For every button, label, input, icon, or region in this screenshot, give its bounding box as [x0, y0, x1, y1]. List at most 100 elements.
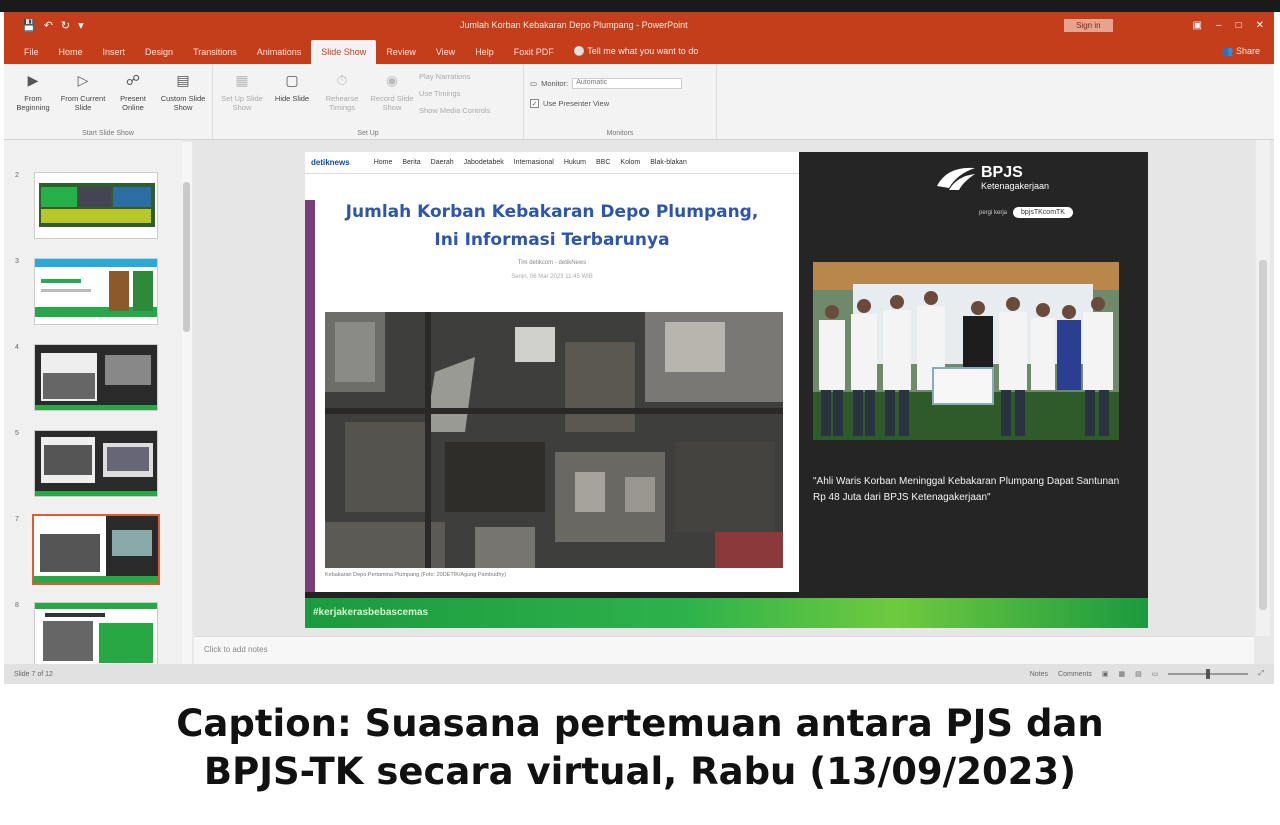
slide-thumbnail-selected[interactable] [32, 514, 160, 585]
photo-caption: Kebakaran Depo Pertamina Plumpang (Foto:… [325, 572, 506, 578]
custom-slide-show-button[interactable]: ▤ Custom Slide Show [160, 68, 206, 125]
handover-ceremony-photo [813, 262, 1119, 440]
presenter-view-checkbox[interactable]: ✓ [530, 99, 539, 108]
from-beginning-label: From Beginning [16, 94, 50, 112]
article-side-banner [305, 200, 315, 592]
news-article-screenshot: detiknews Home Berita Daerah Jabodetabek… [305, 152, 799, 592]
hide-slide-label: Hide Slide [274, 94, 310, 103]
rehearse-icon: ⏱ [336, 71, 348, 88]
slide-thumbnail[interactable] [34, 344, 158, 411]
save-icon[interactable]: 💾 [22, 19, 36, 32]
slide-thumbnail[interactable] [34, 602, 158, 669]
article-nav-item: Blak-blakan [650, 159, 687, 166]
bpjs-tagline: pergi kerja bpjsTKcomTK [979, 207, 1073, 218]
hashtag: #kerjakerasbebascemas [313, 607, 429, 618]
tab-help[interactable]: Help [465, 47, 504, 64]
news-quote: "Ahli Waris Korban Meninggal Kebakaran P… [813, 476, 1120, 503]
thumbnail-row[interactable]: 3 [4, 258, 174, 328]
notes-pane[interactable]: Click to add notes [194, 636, 1254, 664]
play-narrations-option[interactable]: Play Narrations [419, 72, 517, 81]
title-bar: 💾 ↶ ↻ ▾ Jumlah Korban Kebakaran Depo Plu… [4, 12, 1274, 38]
tell-me-search[interactable]: ⚪ Tell me what you want to do [564, 46, 709, 64]
monitor-row: ▭ Monitor: Automatic [530, 78, 710, 89]
close-icon[interactable]: ✕ [1256, 20, 1264, 31]
tab-design[interactable]: Design [135, 47, 183, 64]
slide-thumbnail[interactable] [34, 258, 158, 325]
tab-insert[interactable]: Insert [93, 47, 136, 64]
tab-view[interactable]: View [426, 47, 465, 64]
tab-slide-show[interactable]: Slide Show [311, 40, 377, 64]
slide-thumbnail[interactable] [34, 430, 158, 497]
play-start-icon: ▶ [27, 71, 39, 88]
article-nav-item: Internasional [513, 159, 554, 166]
bpjs-panel: BPJS Ketenagakerjaan pergi kerja bpjsTKc… [799, 152, 1148, 598]
tab-foxit-pdf[interactable]: Foxit PDF [504, 47, 564, 64]
use-timings-option[interactable]: Use Timings [419, 89, 517, 98]
thumbnail-row[interactable]: 8 [4, 602, 174, 672]
thumbnails-scroll-thumb[interactable] [183, 182, 190, 332]
screen-top-bar [0, 0, 1280, 12]
thumbnail-graphic [35, 259, 157, 324]
slide-scrollbar[interactable] [1256, 140, 1270, 636]
show-media-controls-option[interactable]: Show Media Controls [419, 106, 517, 115]
slide-scroll-thumb[interactable] [1259, 260, 1267, 610]
rehearse-timings-button[interactable]: ⏱ Rehearse Timings [319, 68, 365, 125]
hide-slide-button[interactable]: ▢ Hide Slide [269, 68, 315, 125]
tab-transitions[interactable]: Transitions [183, 47, 247, 64]
slide-thumbnails-pane: 2 3 4 5 7 8 [4, 140, 182, 669]
comments-button[interactable]: Comments [1058, 671, 1092, 678]
article-byline: Tim detikcom - detikNews [517, 260, 587, 266]
thumbnail-graphic [35, 173, 157, 238]
work-area: 2 3 4 5 7 8 detiknews Home Berita Daerah… [4, 140, 1274, 684]
tab-review[interactable]: Review [376, 47, 426, 64]
setup-icon: ▦ [235, 71, 249, 88]
normal-view-icon[interactable]: ▣ [1102, 670, 1109, 678]
tab-file[interactable]: File [14, 47, 49, 64]
notes-button[interactable]: Notes [1030, 671, 1048, 678]
zoom-slider-thumb[interactable] [1206, 669, 1211, 679]
thumbnail-number: 4 [15, 344, 19, 351]
article-nav-item: Kolom [620, 159, 641, 166]
tab-home[interactable]: Home [49, 47, 93, 64]
monitor-select[interactable]: Automatic [572, 78, 683, 89]
thumbnail-row[interactable]: 2 [4, 172, 174, 242]
status-bar: Slide 7 of 12 Notes Comments ▣ ▦ ▤ ▭ ⤢ [4, 664, 1274, 684]
from-beginning-button[interactable]: ▶ From Beginning [10, 68, 56, 125]
reading-view-icon[interactable]: ▤ [1135, 670, 1142, 678]
thumbnail-number: 5 [15, 430, 19, 437]
slide-thumbnail[interactable] [34, 172, 158, 239]
bpjs-emblem-icon [937, 167, 975, 190]
slideshow-view-icon[interactable]: ▭ [1152, 670, 1159, 678]
sign-in-button[interactable]: Sign in [1064, 18, 1113, 32]
minimize-icon[interactable]: – [1216, 20, 1222, 31]
article-title-line2: Ini Informasi Terbarunya [434, 230, 670, 250]
share-label: Share [1235, 46, 1260, 56]
set-up-slide-show-button[interactable]: ▦ Set Up Slide Show [219, 68, 265, 125]
tab-animations[interactable]: Animations [247, 47, 312, 64]
thumbnail-row[interactable]: 5 [4, 430, 174, 500]
from-current-slide-button[interactable]: ▷ From Current Slide [60, 68, 106, 125]
setup-options: Play Narrations Use Timings Show Media C… [419, 68, 517, 125]
slide-sorter-icon[interactable]: ▦ [1119, 670, 1126, 678]
redo-icon[interactable]: ↻ [61, 19, 70, 32]
undo-icon[interactable]: ↶ [44, 19, 53, 32]
record-icon: ◉ [385, 71, 399, 88]
thumbnail-number: 2 [15, 172, 19, 179]
maximize-icon[interactable]: □ [1236, 20, 1242, 31]
thumbnail-number: 8 [15, 602, 19, 609]
zoom-slider[interactable] [1168, 669, 1249, 679]
quick-access-toolbar: 💾 ↶ ↻ ▾ [22, 19, 84, 32]
thumbnails-scrollbar[interactable] [182, 142, 192, 664]
share-button[interactable]: 👥 Share [1222, 46, 1260, 57]
group-set-up: ▦ Set Up Slide Show ▢ Hide Slide ⏱ Rehearse… [213, 64, 524, 139]
current-slide[interactable]: detiknews Home Berita Daerah Jabodetabek… [305, 152, 1148, 628]
article-nav-item: BBC [596, 159, 611, 166]
present-online-button[interactable]: ☍ Present Online [110, 68, 156, 125]
thumbnail-row[interactable]: 4 [4, 344, 174, 414]
thumbnail-row[interactable]: 7 [4, 514, 174, 586]
article-nav-item: Hukum [563, 159, 587, 166]
fit-to-window-icon[interactable]: ⤢ [1258, 670, 1264, 678]
record-slide-show-button[interactable]: ◉ Record Slide Show [369, 68, 415, 125]
setup-label: Set Up Slide Show [221, 94, 263, 112]
ribbon-options-icon[interactable]: ▣ [1193, 20, 1202, 31]
